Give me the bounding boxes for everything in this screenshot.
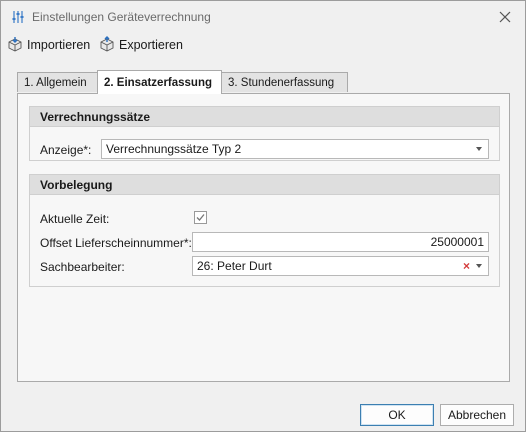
- offset-label: Offset Lieferscheinnummer*:: [40, 236, 192, 250]
- sachbearbeiter-dropdown[interactable]: 26: Peter Durt ×: [192, 256, 489, 276]
- import-button[interactable]: Importieren: [7, 35, 90, 55]
- anzeige-label: Anzeige*:: [40, 143, 92, 157]
- sliders-icon: [10, 9, 26, 25]
- aktuelle-zeit-checkbox[interactable]: [194, 211, 207, 224]
- chevron-down-icon[interactable]: [476, 147, 482, 151]
- group-header: Vorbelegung: [30, 175, 499, 195]
- close-icon[interactable]: [497, 9, 513, 25]
- import-label: Importieren: [27, 38, 91, 52]
- sachbearbeiter-value: 26: Peter Durt: [197, 259, 272, 273]
- export-button[interactable]: Exportieren: [99, 35, 183, 55]
- verrechnungssaetze-group: Verrechnungssätze Anzeige*: Verrechnungs…: [29, 106, 500, 161]
- aktuelle-zeit-label: Aktuelle Zeit:: [40, 212, 110, 226]
- tab-page: Verrechnungssätze Anzeige*: Verrechnungs…: [17, 93, 510, 382]
- cancel-button[interactable]: Abbrechen: [440, 404, 514, 426]
- offset-input[interactable]: 25000001: [192, 232, 489, 252]
- import-icon: [7, 36, 27, 55]
- settings-dialog: Einstellungen Geräteverrechnung Importie…: [0, 0, 526, 432]
- window-title: Einstellungen Geräteverrechnung: [32, 10, 211, 24]
- export-label: Exportieren: [119, 38, 183, 52]
- tab-stundenerfassung[interactable]: 3. Stundenerfassung: [221, 72, 348, 92]
- chevron-down-icon[interactable]: [476, 264, 482, 268]
- anzeige-value: Verrechnungssätze Typ 2: [106, 142, 242, 156]
- vorbelegung-group: Vorbelegung Aktuelle Zeit: Offset Liefer…: [29, 174, 500, 287]
- export-icon: [99, 35, 119, 55]
- anzeige-dropdown[interactable]: Verrechnungssätze Typ 2: [101, 139, 489, 159]
- group-header: Verrechnungssätze: [30, 107, 499, 127]
- tab-einsatzerfassung[interactable]: 2. Einsatzerfassung: [97, 70, 222, 94]
- sachbearbeiter-label: Sachbearbeiter:: [40, 260, 125, 274]
- offset-value: 25000001: [430, 235, 484, 249]
- ok-button[interactable]: OK: [360, 404, 434, 426]
- check-icon: [196, 214, 205, 221]
- title-bar: Einstellungen Geräteverrechnung: [1, 1, 525, 33]
- tab-allgemein[interactable]: 1. Allgemein: [17, 72, 98, 92]
- clear-icon[interactable]: ×: [463, 259, 470, 273]
